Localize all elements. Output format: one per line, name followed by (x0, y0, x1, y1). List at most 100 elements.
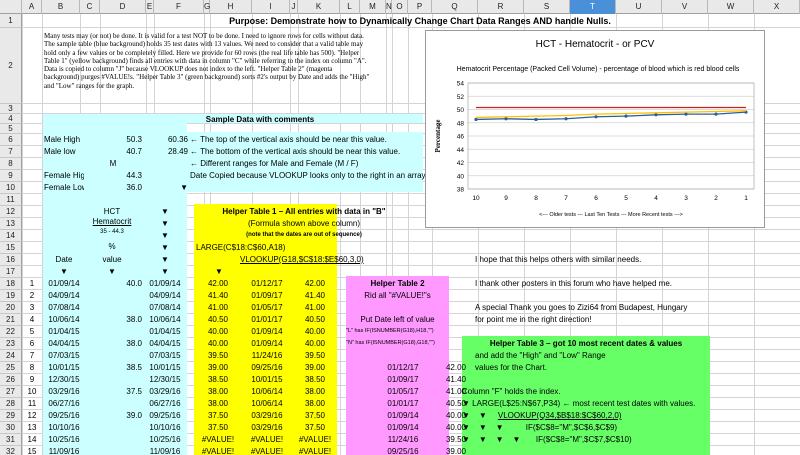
row-header-15[interactable]: 15 (0, 242, 22, 254)
filter-arrow-e2[interactable]: ▼ (142, 206, 188, 217)
hematocrit-chart[interactable]: HCT - Hematocrit - or PCV Hematocrit Perc… (425, 30, 765, 228)
data-cell-i[interactable]: #VALUE! (244, 434, 290, 445)
row-header-31[interactable]: 31 (0, 434, 22, 446)
data-cell-g[interactable]: 39.50 (196, 350, 240, 361)
column-header-t[interactable]: T (570, 0, 616, 14)
column-header-l[interactable]: L (340, 0, 360, 14)
data-cell-e[interactable]: 10/01/15 (142, 362, 188, 373)
row-header-24[interactable]: 24 (0, 350, 22, 362)
data-cell-j[interactable]: 39.00 (294, 362, 336, 373)
data-cell-i[interactable]: 11/24/16 (244, 350, 290, 361)
data-cell-j[interactable]: 37.50 (294, 422, 336, 433)
data-cell-a[interactable]: 15 (22, 446, 42, 455)
data-cell-e[interactable]: 07/03/15 (142, 350, 188, 361)
data-cell-l[interactable]: 01/09/14 (380, 410, 426, 421)
column-header-s[interactable]: S (524, 0, 570, 14)
row-header-26[interactable]: 26 (0, 374, 22, 386)
data-cell-c[interactable]: 38.5 (84, 362, 142, 373)
filter-arrow-g[interactable]: ▼ (194, 266, 244, 277)
corner-cell[interactable] (0, 0, 22, 14)
data-cell-g[interactable]: 37.50 (196, 422, 240, 433)
row-header-5[interactable]: 5 (0, 124, 22, 134)
data-cell-e[interactable]: 12/30/15 (142, 374, 188, 385)
column-header-i[interactable]: I (252, 0, 290, 14)
data-cell-a[interactable]: 10 (22, 386, 42, 397)
data-cell-b[interactable]: 07/03/15 (44, 350, 84, 361)
data-cell-g[interactable]: #VALUE! (196, 434, 240, 445)
data-cell-b[interactable]: 10/25/16 (44, 434, 84, 445)
data-cell-a[interactable]: 12 (22, 410, 42, 421)
data-cell-g[interactable]: 39.00 (196, 362, 240, 373)
row-header-17[interactable]: 17 (0, 266, 22, 278)
row-header-25[interactable]: 25 (0, 362, 22, 374)
data-cell-a[interactable]: 2 (22, 290, 42, 301)
column-header-c[interactable]: C (80, 0, 100, 14)
data-cell-a[interactable]: 9 (22, 374, 42, 385)
data-cell-e[interactable]: 07/08/14 (142, 302, 188, 313)
data-cell-j[interactable]: #VALUE! (294, 434, 336, 445)
filter-arrow-b[interactable]: ▼ (44, 266, 84, 277)
data-cell-i[interactable]: 01/09/14 (244, 338, 290, 349)
data-cell-i[interactable]: 01/09/14 (244, 326, 290, 337)
column-header-o[interactable]: O (392, 0, 408, 14)
column-header-u[interactable]: U (616, 0, 662, 14)
data-cell-a[interactable]: 7 (22, 350, 42, 361)
data-cell-a[interactable]: 11 (22, 398, 42, 409)
data-cell-e[interactable]: 10/10/16 (142, 422, 188, 433)
data-cell-l[interactable]: 09/25/16 (380, 446, 426, 455)
data-cell-b[interactable]: 10/01/15 (44, 362, 84, 373)
row-header-29[interactable]: 29 (0, 410, 22, 422)
data-cell-i[interactable]: 09/25/16 (244, 362, 290, 373)
data-cell-b[interactable]: 03/29/16 (44, 386, 84, 397)
data-cell-b[interactable]: 09/25/16 (44, 410, 84, 421)
data-cell-l[interactable]: 01/01/17 (380, 398, 426, 409)
column-header-x[interactable]: X (754, 0, 800, 14)
data-cell-e[interactable]: 01/09/14 (142, 278, 188, 289)
row-header-10[interactable]: 10 (0, 182, 22, 194)
data-cell-g[interactable]: 38.50 (196, 374, 240, 385)
column-header-f[interactable]: F (154, 0, 204, 14)
data-cell-l[interactable]: 01/09/14 (380, 422, 426, 433)
row-header-18[interactable]: 18 (0, 278, 22, 290)
data-cell-e[interactable]: 10/06/14 (142, 314, 188, 325)
data-cell-i[interactable]: 10/06/14 (244, 386, 290, 397)
data-cell-i[interactable]: #VALUE! (244, 446, 290, 455)
row-header-13[interactable]: 13 (0, 218, 22, 230)
row-header-11[interactable]: 11 (0, 194, 22, 206)
row-header-21[interactable]: 21 (0, 314, 22, 326)
row-header-4[interactable]: 4 (0, 114, 22, 124)
data-cell-g[interactable]: 40.00 (196, 326, 240, 337)
data-cell-j[interactable]: 42.00 (294, 278, 336, 289)
data-cell-e[interactable]: 10/25/16 (142, 434, 188, 445)
data-cell-b[interactable]: 10/10/16 (44, 422, 84, 433)
data-cell-a[interactable]: 5 (22, 326, 42, 337)
row-header-16[interactable]: 16 (0, 254, 22, 266)
data-cell-j[interactable]: 40.50 (294, 314, 336, 325)
data-cell-a[interactable]: 1 (22, 278, 42, 289)
data-cell-n[interactable]: 40.50 (426, 398, 466, 409)
data-cell-i[interactable]: 03/29/16 (244, 422, 290, 433)
row-header-22[interactable]: 22 (0, 326, 22, 338)
filter-arrow-e4[interactable]: ▼ (142, 230, 188, 241)
data-cell-c[interactable]: 38.0 (84, 314, 142, 325)
row-header-20[interactable]: 20 (0, 302, 22, 314)
data-cell-i[interactable]: 01/09/17 (244, 290, 290, 301)
column-header-w[interactable]: W (708, 0, 754, 14)
row-header-30[interactable]: 30 (0, 422, 22, 434)
data-cell-j[interactable]: 37.50 (294, 410, 336, 421)
row-header-3[interactable]: 3 (0, 104, 22, 114)
data-cell-c[interactable]: 40.0 (84, 278, 142, 289)
data-cell-j[interactable]: 40.00 (294, 326, 336, 337)
data-cell-g[interactable]: 41.00 (196, 302, 240, 313)
column-header-q[interactable]: Q (432, 0, 478, 14)
row-header-28[interactable]: 28 (0, 398, 22, 410)
row-header-23[interactable]: 23 (0, 338, 22, 350)
column-header-r[interactable]: R (478, 0, 524, 14)
row-header-2[interactable]: 2 (0, 28, 22, 104)
data-cell-e[interactable]: 01/04/15 (142, 326, 188, 337)
row-header-9[interactable]: 9 (0, 170, 22, 182)
data-cell-j[interactable]: 41.40 (294, 290, 336, 301)
data-cell-b[interactable]: 06/27/16 (44, 398, 84, 409)
data-cell-e[interactable]: 11/09/16 (142, 446, 188, 455)
data-cell-a[interactable]: 6 (22, 338, 42, 349)
